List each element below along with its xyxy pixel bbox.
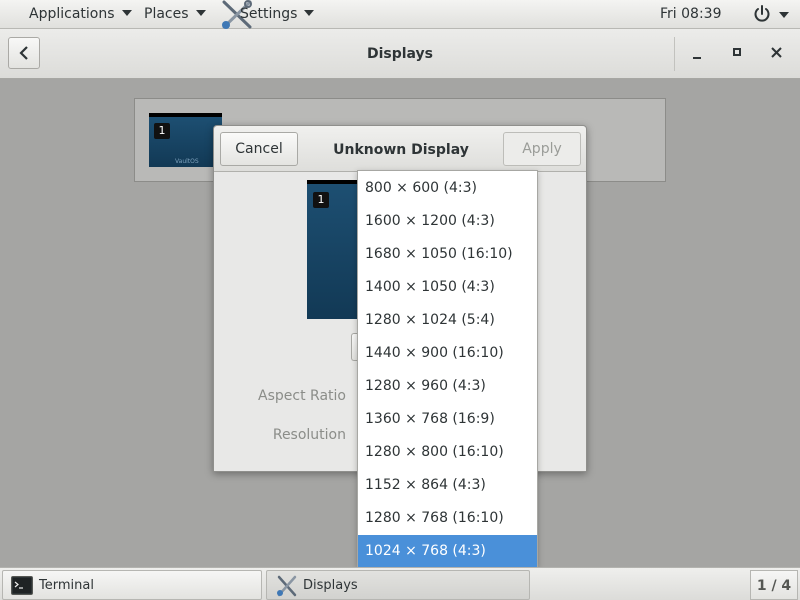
top-bar: Applications Places Settings Fri 08:39 bbox=[0, 0, 800, 29]
dialog-title: Unknown Display bbox=[333, 142, 469, 158]
settings-menu-label: Settings bbox=[240, 6, 298, 22]
system-menu-chevron-down-icon[interactable] bbox=[779, 12, 789, 18]
terminal-icon bbox=[11, 576, 33, 595]
header-separator bbox=[674, 37, 675, 71]
close-icon[interactable] bbox=[762, 38, 792, 68]
resolution-option[interactable]: 800 × 600 (4:3) bbox=[358, 172, 537, 205]
settings-chevron-down-icon bbox=[304, 10, 315, 16]
maximize-icon[interactable] bbox=[722, 38, 752, 68]
resolution-option-selected[interactable]: 1024 × 768 (4:3) bbox=[358, 535, 537, 568]
places-chevron-down-icon bbox=[195, 10, 206, 16]
back-button[interactable] bbox=[8, 37, 40, 69]
dialog-header: Cancel Unknown Display Apply bbox=[214, 126, 586, 172]
aspect-ratio-label: Aspect Ratio bbox=[258, 388, 346, 404]
resolution-option[interactable]: 1600 × 1200 (4:3) bbox=[358, 205, 537, 238]
taskbar-terminal-label: Terminal bbox=[39, 578, 94, 593]
taskbar-item-displays[interactable]: Displays bbox=[266, 570, 530, 600]
applications-menu[interactable]: Applications bbox=[29, 0, 132, 29]
clock[interactable]: Fri 08:39 bbox=[660, 0, 721, 29]
display-thumbnail[interactable]: 1 VaultOS bbox=[149, 113, 222, 167]
resolution-option[interactable]: 1280 × 768 (16:10) bbox=[358, 502, 537, 535]
apply-button[interactable]: Apply bbox=[503, 132, 581, 166]
display-number-badge: 1 bbox=[154, 123, 170, 139]
places-menu[interactable]: Places bbox=[144, 0, 206, 29]
resolution-dropdown-list[interactable]: 800 × 600 (4:3) 1600 × 1200 (4:3) 1680 ×… bbox=[357, 170, 538, 568]
resolution-option[interactable]: 1400 × 1050 (4:3) bbox=[358, 271, 537, 304]
window-title: Displays bbox=[366, 46, 434, 62]
workspace-indicator[interactable]: 1 / 4 bbox=[750, 570, 798, 600]
resolution-option[interactable]: 1440 × 900 (16:10) bbox=[358, 337, 537, 370]
os-logo-text: VaultOS bbox=[175, 158, 199, 165]
settings-tools-icon bbox=[277, 575, 297, 597]
resolution-option[interactable]: 1280 × 1024 (5:4) bbox=[358, 304, 537, 337]
minimize-icon[interactable] bbox=[682, 38, 712, 68]
resolution-label: Resolution bbox=[272, 427, 346, 443]
preview-display-number-badge: 1 bbox=[313, 192, 329, 208]
applications-chevron-down-icon bbox=[121, 10, 132, 16]
taskbar: Terminal Displays 1 / 4 bbox=[0, 567, 800, 600]
chevron-left-icon bbox=[19, 46, 28, 60]
display-preview: 1 bbox=[307, 180, 359, 319]
applications-menu-label: Applications bbox=[29, 6, 115, 22]
places-menu-label: Places bbox=[144, 6, 189, 22]
taskbar-item-terminal[interactable]: Terminal bbox=[2, 570, 262, 600]
resolution-option[interactable]: 1280 × 960 (4:3) bbox=[358, 370, 537, 403]
resolution-option[interactable]: 1152 × 864 (4:3) bbox=[358, 469, 537, 502]
settings-menu[interactable]: Settings bbox=[240, 0, 315, 29]
power-icon[interactable] bbox=[752, 4, 772, 24]
header-bar: Displays bbox=[0, 29, 800, 79]
resolution-option[interactable]: 1680 × 1050 (16:10) bbox=[358, 238, 537, 271]
taskbar-displays-label: Displays bbox=[303, 578, 358, 593]
resolution-option[interactable]: 1360 × 768 (16:9) bbox=[358, 403, 537, 436]
resolution-option[interactable]: 1280 × 800 (16:10) bbox=[358, 436, 537, 469]
cancel-button[interactable]: Cancel bbox=[220, 132, 298, 166]
